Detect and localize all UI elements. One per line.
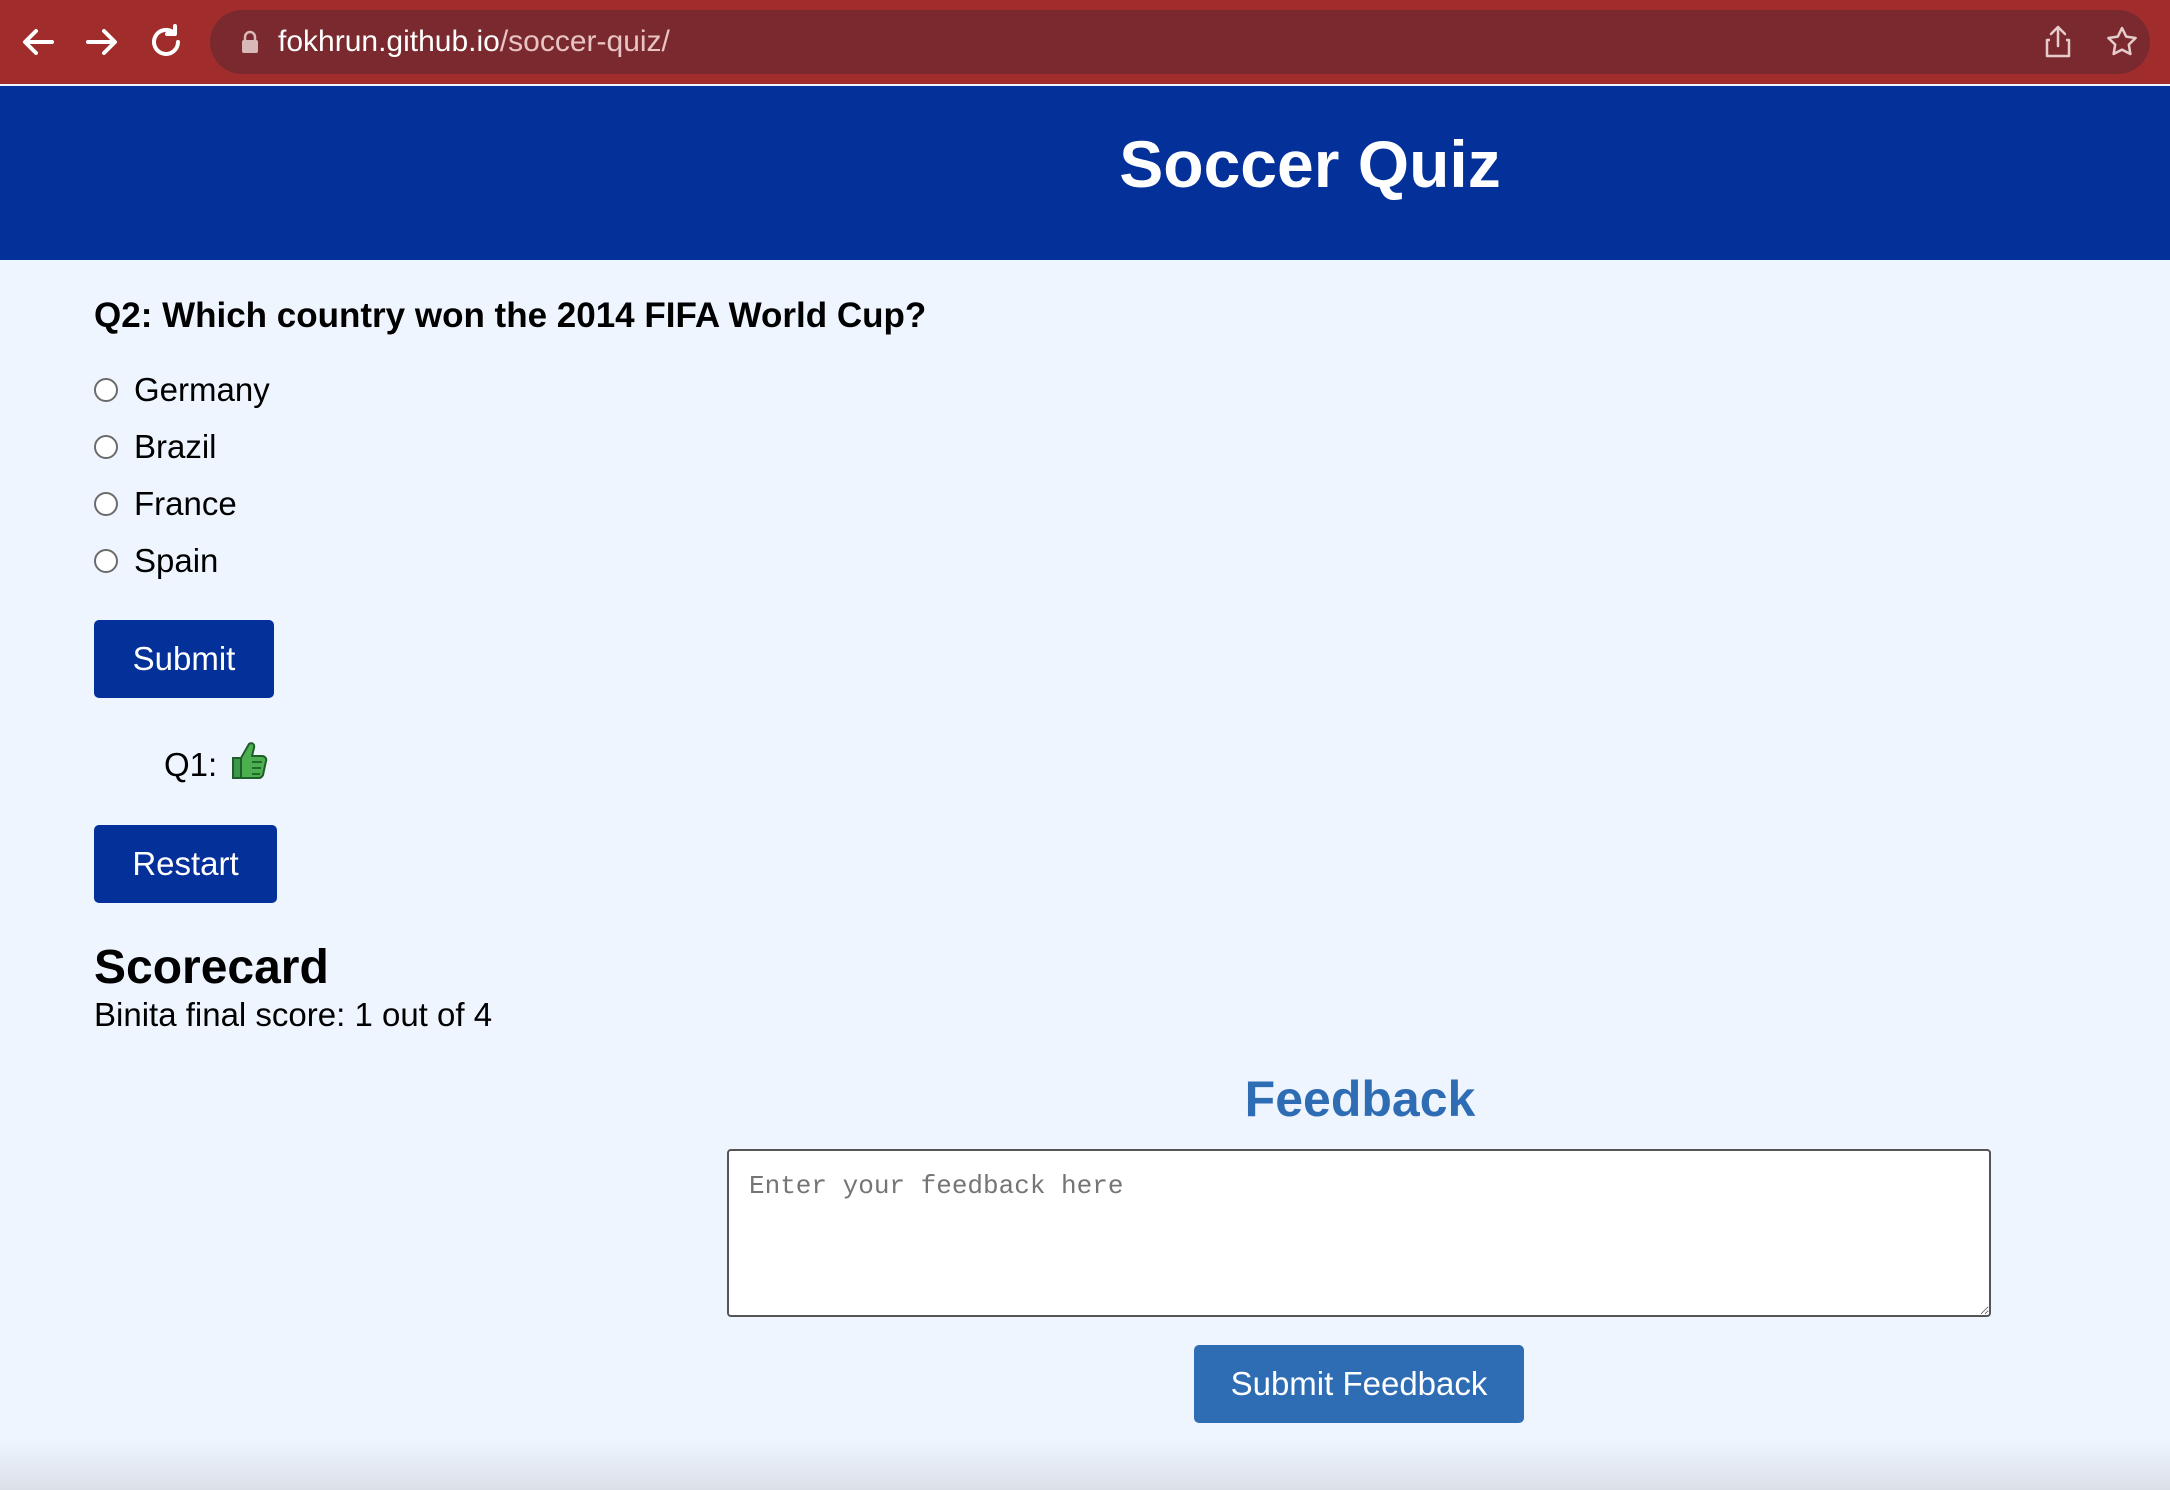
radio-button[interactable] (94, 378, 118, 402)
radio-button[interactable] (94, 549, 118, 573)
bottom-shadow (0, 1440, 2170, 1490)
feedback-textarea[interactable] (727, 1149, 1991, 1317)
address-bar[interactable]: fokhrun.github.io/soccer-quiz/ (210, 10, 2150, 74)
lock-icon (240, 30, 260, 54)
back-icon[interactable] (14, 18, 62, 66)
question-text: Q2: Which country won the 2014 FIFA Worl… (94, 296, 927, 335)
browser-toolbar: fokhrun.github.io/soccer-quiz/ (0, 0, 2170, 84)
scorecard-heading: Scorecard (94, 941, 329, 994)
final-score-text: Binita final score: 1 out of 4 (94, 996, 493, 1033)
page-header: Soccer Quiz (0, 86, 2170, 260)
option-label: France (134, 485, 237, 522)
thumbs-up-icon (225, 736, 269, 784)
bookmark-star-icon[interactable] (2102, 22, 2142, 62)
option-label: Germany (134, 371, 270, 408)
option-label: Brazil (134, 428, 217, 465)
url-path: /soccer-quiz/ (499, 25, 670, 58)
reload-icon[interactable] (142, 18, 190, 66)
radio-button[interactable] (94, 492, 118, 516)
url-text: fokhrun.github.io/soccer-quiz/ (278, 22, 670, 62)
feedback-heading: Feedback (1244, 1071, 1476, 1127)
answer-result: Q1: (164, 736, 269, 784)
option-label: Spain (134, 542, 219, 579)
page-title: Soccer Quiz (1119, 127, 1501, 201)
option-brazil[interactable]: Brazil (94, 425, 217, 469)
option-spain[interactable]: Spain (94, 539, 218, 583)
forward-icon[interactable] (78, 18, 126, 66)
header-bar: Soccer Quiz (0, 86, 2170, 260)
radio-button[interactable] (94, 435, 118, 459)
submit-button[interactable]: Submit (94, 620, 274, 698)
option-germany[interactable]: Germany (94, 368, 270, 412)
option-france[interactable]: France (94, 482, 237, 526)
restart-button[interactable]: Restart (94, 825, 277, 903)
submit-feedback-button[interactable]: Submit Feedback (1194, 1345, 1524, 1423)
url-host: fokhrun.github.io (278, 25, 500, 58)
share-icon[interactable] (2038, 22, 2078, 62)
result-label: Q1: (164, 746, 218, 783)
